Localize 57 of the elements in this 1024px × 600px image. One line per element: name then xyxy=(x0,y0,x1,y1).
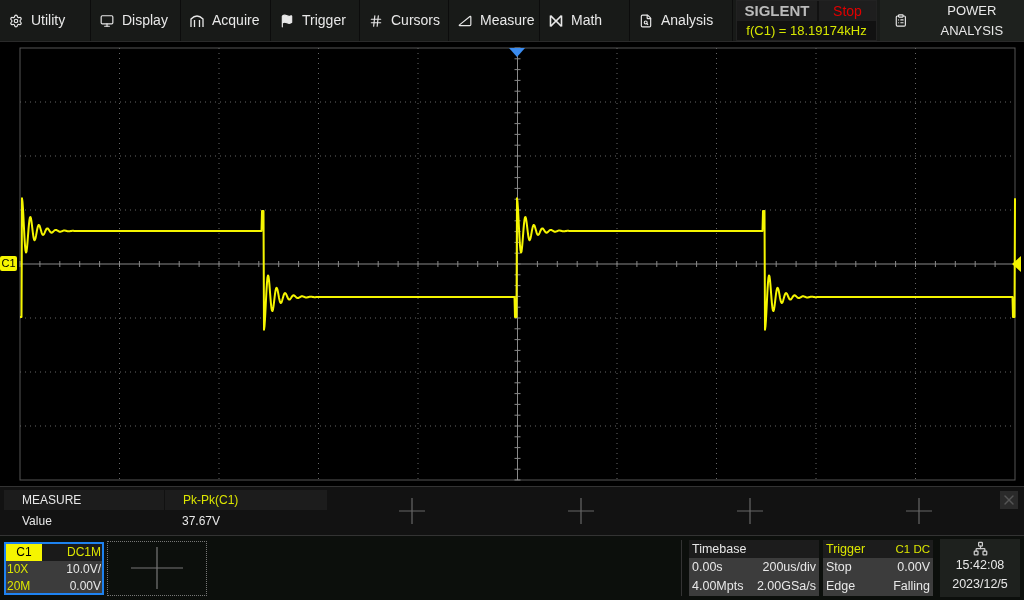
grid-icon xyxy=(369,13,383,28)
channel-card[interactable]: C1 DC1M 10X 10.0V/ 20M 0.00V xyxy=(4,541,104,595)
add-icon[interactable] xyxy=(906,498,933,524)
value-label: Value xyxy=(21,513,53,530)
clock-time: 15:42:08 xyxy=(955,557,1005,574)
channel-coupling: DC1M xyxy=(66,543,102,561)
vertical-scale: 10.0V/ xyxy=(66,560,101,578)
probe-ratio: 10X xyxy=(7,560,29,578)
horizontal-delay: 0.00s xyxy=(692,559,723,576)
magnifier-document-icon xyxy=(639,13,653,28)
hourglass-icon xyxy=(549,13,563,28)
timebase-panel[interactable]: Timebase 0.00s 200us/div 4.00Mpts 2.00GSa/s xyxy=(689,540,819,596)
trigger-slope: Falling xyxy=(893,578,930,595)
menu-button[interactable]: Cursors xyxy=(360,0,449,41)
channel-marker[interactable]: C1 xyxy=(0,256,17,271)
channel-name: C1 xyxy=(6,543,42,561)
add-icon[interactable] xyxy=(398,498,425,524)
clipboard-icon xyxy=(894,13,908,28)
trigger-level: 0.00V xyxy=(897,559,930,576)
horizontal-scale: 200us/div xyxy=(762,559,816,576)
flag-icon xyxy=(280,13,294,28)
frequency-readout: f(C1) = 18.19174kHz xyxy=(745,22,868,40)
add-channel-button[interactable] xyxy=(107,540,207,596)
menu-button[interactable]: Math xyxy=(540,0,630,41)
trigger-level-marker[interactable] xyxy=(1012,256,1021,272)
trigger-position-marker[interactable] xyxy=(509,48,525,57)
network-icon xyxy=(972,541,988,556)
add-icon[interactable] xyxy=(567,498,594,524)
timebase-title: Timebase xyxy=(689,540,819,558)
menu-button[interactable]: Display xyxy=(91,0,181,41)
trigger-panel[interactable]: Trigger C1 DC Stop 0.00V Edge Falling xyxy=(823,540,933,596)
menu-button[interactable]: Acquire xyxy=(181,0,271,41)
close-button[interactable] xyxy=(1000,491,1018,509)
gear-icon xyxy=(9,13,23,28)
menu-button[interactable]: Utility xyxy=(0,0,91,41)
menu-button[interactable]: Analysis xyxy=(630,0,733,41)
arch-icon xyxy=(190,13,204,28)
trigger-title: Trigger xyxy=(826,541,866,558)
trigger-type: Edge xyxy=(826,578,856,595)
trigger-state: Stop xyxy=(826,559,852,576)
triangle-ruler-icon xyxy=(458,13,472,28)
menu-button[interactable]: Trigger xyxy=(271,0,360,41)
brand-logo: SIGLENT xyxy=(737,1,817,21)
add-icon xyxy=(131,547,183,589)
add-icon[interactable] xyxy=(737,498,764,524)
power-analysis-button[interactable]: POWER ANALYSIS xyxy=(880,0,1024,41)
vertical-offset: 0.00V xyxy=(69,577,101,595)
bandwidth-limit: 20M xyxy=(7,577,31,595)
memory-depth: 4.00Mpts xyxy=(692,578,744,595)
sample-rate: 2.00GSa/s xyxy=(756,578,816,595)
measure-value: 37.67V xyxy=(181,513,222,530)
monitor-icon xyxy=(100,13,114,28)
measure-name[interactable]: Pk-Pk(C1) xyxy=(164,490,327,510)
measure-title: MEASURE xyxy=(21,492,83,509)
trigger-source: C1 DC xyxy=(895,542,930,557)
menu-button[interactable]: Measure xyxy=(449,0,540,41)
clock-date: 2023/12/5 xyxy=(952,576,1008,593)
